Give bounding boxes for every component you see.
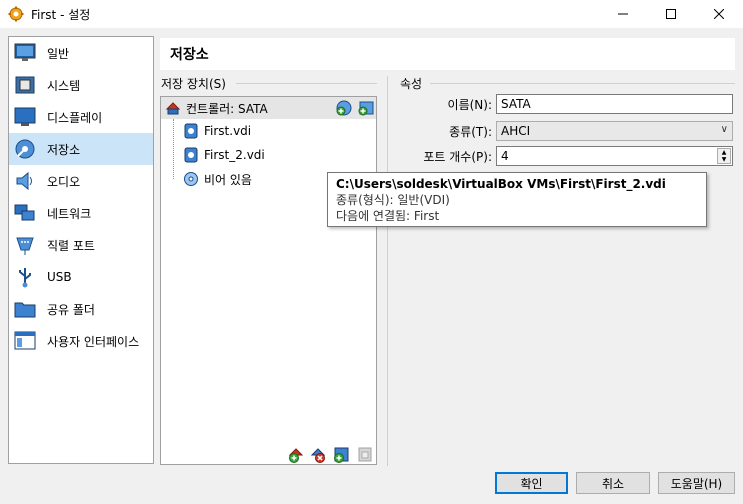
speaker-icon xyxy=(13,169,37,193)
controller-label: 컨트롤러: SATA xyxy=(186,101,268,116)
tree-controller-sata[interactable]: 컨트롤러: SATA xyxy=(161,97,376,119)
sidebar-item-label: 저장소 xyxy=(47,142,81,157)
name-label: 이름(N): xyxy=(447,98,492,112)
hard-disk-icon xyxy=(183,123,199,139)
attachment-label: First_2.vdi xyxy=(204,148,265,162)
optical-disc-icon xyxy=(183,171,199,187)
attributes-group-label: 속성 xyxy=(400,77,423,91)
sidebar-item-general[interactable]: 일반 xyxy=(9,37,153,69)
sidebar-item-usb[interactable]: USB xyxy=(9,261,153,293)
title-bar: First - 설정 xyxy=(0,0,743,28)
storage-devices-group-label: 저장 장치(S) xyxy=(161,77,226,91)
tooltip-attached: 다음에 연결됨: First xyxy=(336,209,440,223)
sidebar-item-shared-folders[interactable]: 공유 폴더 xyxy=(9,293,153,325)
tree-item-first-vdi[interactable]: First.vdi xyxy=(183,120,251,142)
type-select[interactable]: AHCI ∨ xyxy=(496,121,733,141)
sidebar-item-storage[interactable]: 저장소 xyxy=(9,133,153,165)
sidebar-item-serial[interactable]: 직렬 포트 xyxy=(9,229,153,261)
add-attachment-icon[interactable] xyxy=(332,446,350,464)
sidebar-item-network[interactable]: 네트워크 xyxy=(9,197,153,229)
sidebar-item-label: 시스템 xyxy=(47,78,81,93)
hard-disk-icon xyxy=(183,147,199,163)
ports-value: 4 xyxy=(501,149,509,163)
group-divider xyxy=(430,83,735,84)
type-select-value: AHCI xyxy=(501,124,531,138)
window-title: First - 설정 xyxy=(31,7,91,22)
tooltip-format: 종류(형식): 일반(VDI) xyxy=(336,193,450,207)
monitor-general-icon xyxy=(13,41,37,65)
sidebar-item-system[interactable]: 시스템 xyxy=(9,69,153,101)
name-field[interactable]: SATA xyxy=(496,94,733,114)
spin-buttons[interactable]: ▲ ▼ xyxy=(717,148,731,164)
serial-port-icon xyxy=(13,233,37,257)
virtualbox-gear-icon xyxy=(8,6,24,22)
ports-spinbox[interactable]: 4 ▲ ▼ xyxy=(496,146,733,166)
spin-up-icon[interactable]: ▲ xyxy=(718,149,730,156)
tree-item-empty-optical[interactable]: 비어 있음 xyxy=(183,168,252,190)
sidebar-item-display[interactable]: 디스플레이 xyxy=(9,101,153,133)
attachment-label: First.vdi xyxy=(204,124,252,138)
add-optical-drive-icon[interactable] xyxy=(335,99,353,117)
display-icon xyxy=(13,105,37,129)
tooltip-path: C:\Users\soldesk\VirtualBox VMs\First\Fi… xyxy=(336,177,666,191)
chevron-down-icon: ∨ xyxy=(720,124,728,135)
sidebar-item-label: 디스플레이 xyxy=(47,110,103,125)
minimize-icon[interactable] xyxy=(599,0,647,28)
sidebar-item-label: 일반 xyxy=(47,46,70,61)
folder-icon xyxy=(13,297,37,321)
tree-item-first2-vdi[interactable]: First_2.vdi xyxy=(183,144,265,166)
sidebar-item-label: 네트워크 xyxy=(47,206,92,221)
sidebar-item-label: 사용자 인터페이스 xyxy=(47,334,140,349)
chip-icon xyxy=(13,73,37,97)
maximize-icon[interactable] xyxy=(647,0,695,28)
remove-attachment-icon[interactable] xyxy=(356,446,374,464)
sidebar-item-label: 공유 폴더 xyxy=(47,302,95,317)
sidebar-item-label: USB xyxy=(47,270,72,284)
controller-icon xyxy=(165,100,181,116)
disk-storage-icon xyxy=(13,137,37,161)
tree-connector xyxy=(173,119,174,179)
settings-sidebar: 일반 시스템 디스플레이 저장소 오디오 네트워크 직렬 포트 USB 공유 폴… xyxy=(8,36,154,464)
panel-divider xyxy=(387,76,388,466)
page-title: 저장소 xyxy=(160,38,735,70)
add-hard-disk-icon[interactable] xyxy=(357,99,375,117)
usb-icon xyxy=(13,265,37,289)
attachment-label: 비어 있음 xyxy=(204,172,252,187)
attachment-tooltip: C:\Users\soldesk\VirtualBox VMs\First\Fi… xyxy=(327,172,707,227)
cancel-button[interactable]: 취소 xyxy=(576,472,650,494)
sidebar-item-user-interface[interactable]: 사용자 인터페이스 xyxy=(9,325,153,357)
network-icon xyxy=(13,201,37,225)
group-divider xyxy=(236,83,377,84)
ports-label: 포트 개수(P): xyxy=(423,150,492,164)
storage-tree[interactable]: 컨트롤러: SATA First.vdi First_2.vdi 비어 있음 xyxy=(160,96,377,465)
close-icon[interactable] xyxy=(695,0,743,28)
help-button[interactable]: 도움말(H) xyxy=(658,472,735,494)
remove-controller-icon[interactable] xyxy=(309,446,327,464)
ok-button[interactable]: 확인 xyxy=(495,472,568,494)
ui-window-icon xyxy=(13,329,37,353)
add-controller-icon[interactable] xyxy=(287,446,305,464)
spin-down-icon[interactable]: ▼ xyxy=(718,156,730,163)
sidebar-item-label: 직렬 포트 xyxy=(47,238,95,253)
sidebar-item-label: 오디오 xyxy=(47,174,81,189)
sidebar-item-audio[interactable]: 오디오 xyxy=(9,165,153,197)
type-label: 종류(T): xyxy=(449,125,492,139)
